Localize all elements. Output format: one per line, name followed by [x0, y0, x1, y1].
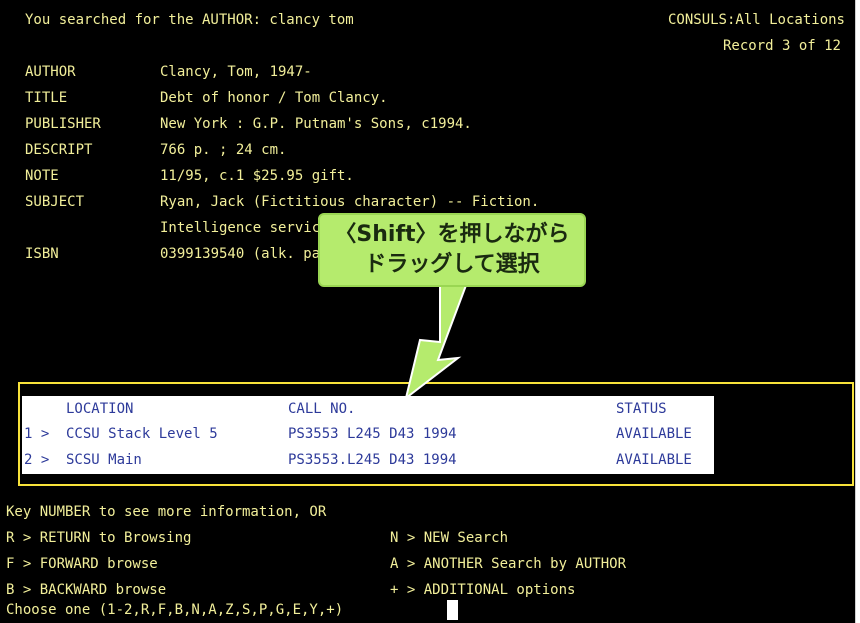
callout-arrow-icon — [404, 279, 470, 401]
callout-text-line2: ドラッグして選択 — [364, 252, 540, 277]
annotation-callout: 〈Shift〉を押しながら ドラッグして選択 — [318, 213, 586, 287]
callout-text-line1: 〈Shift〉を押しながら — [334, 222, 570, 247]
